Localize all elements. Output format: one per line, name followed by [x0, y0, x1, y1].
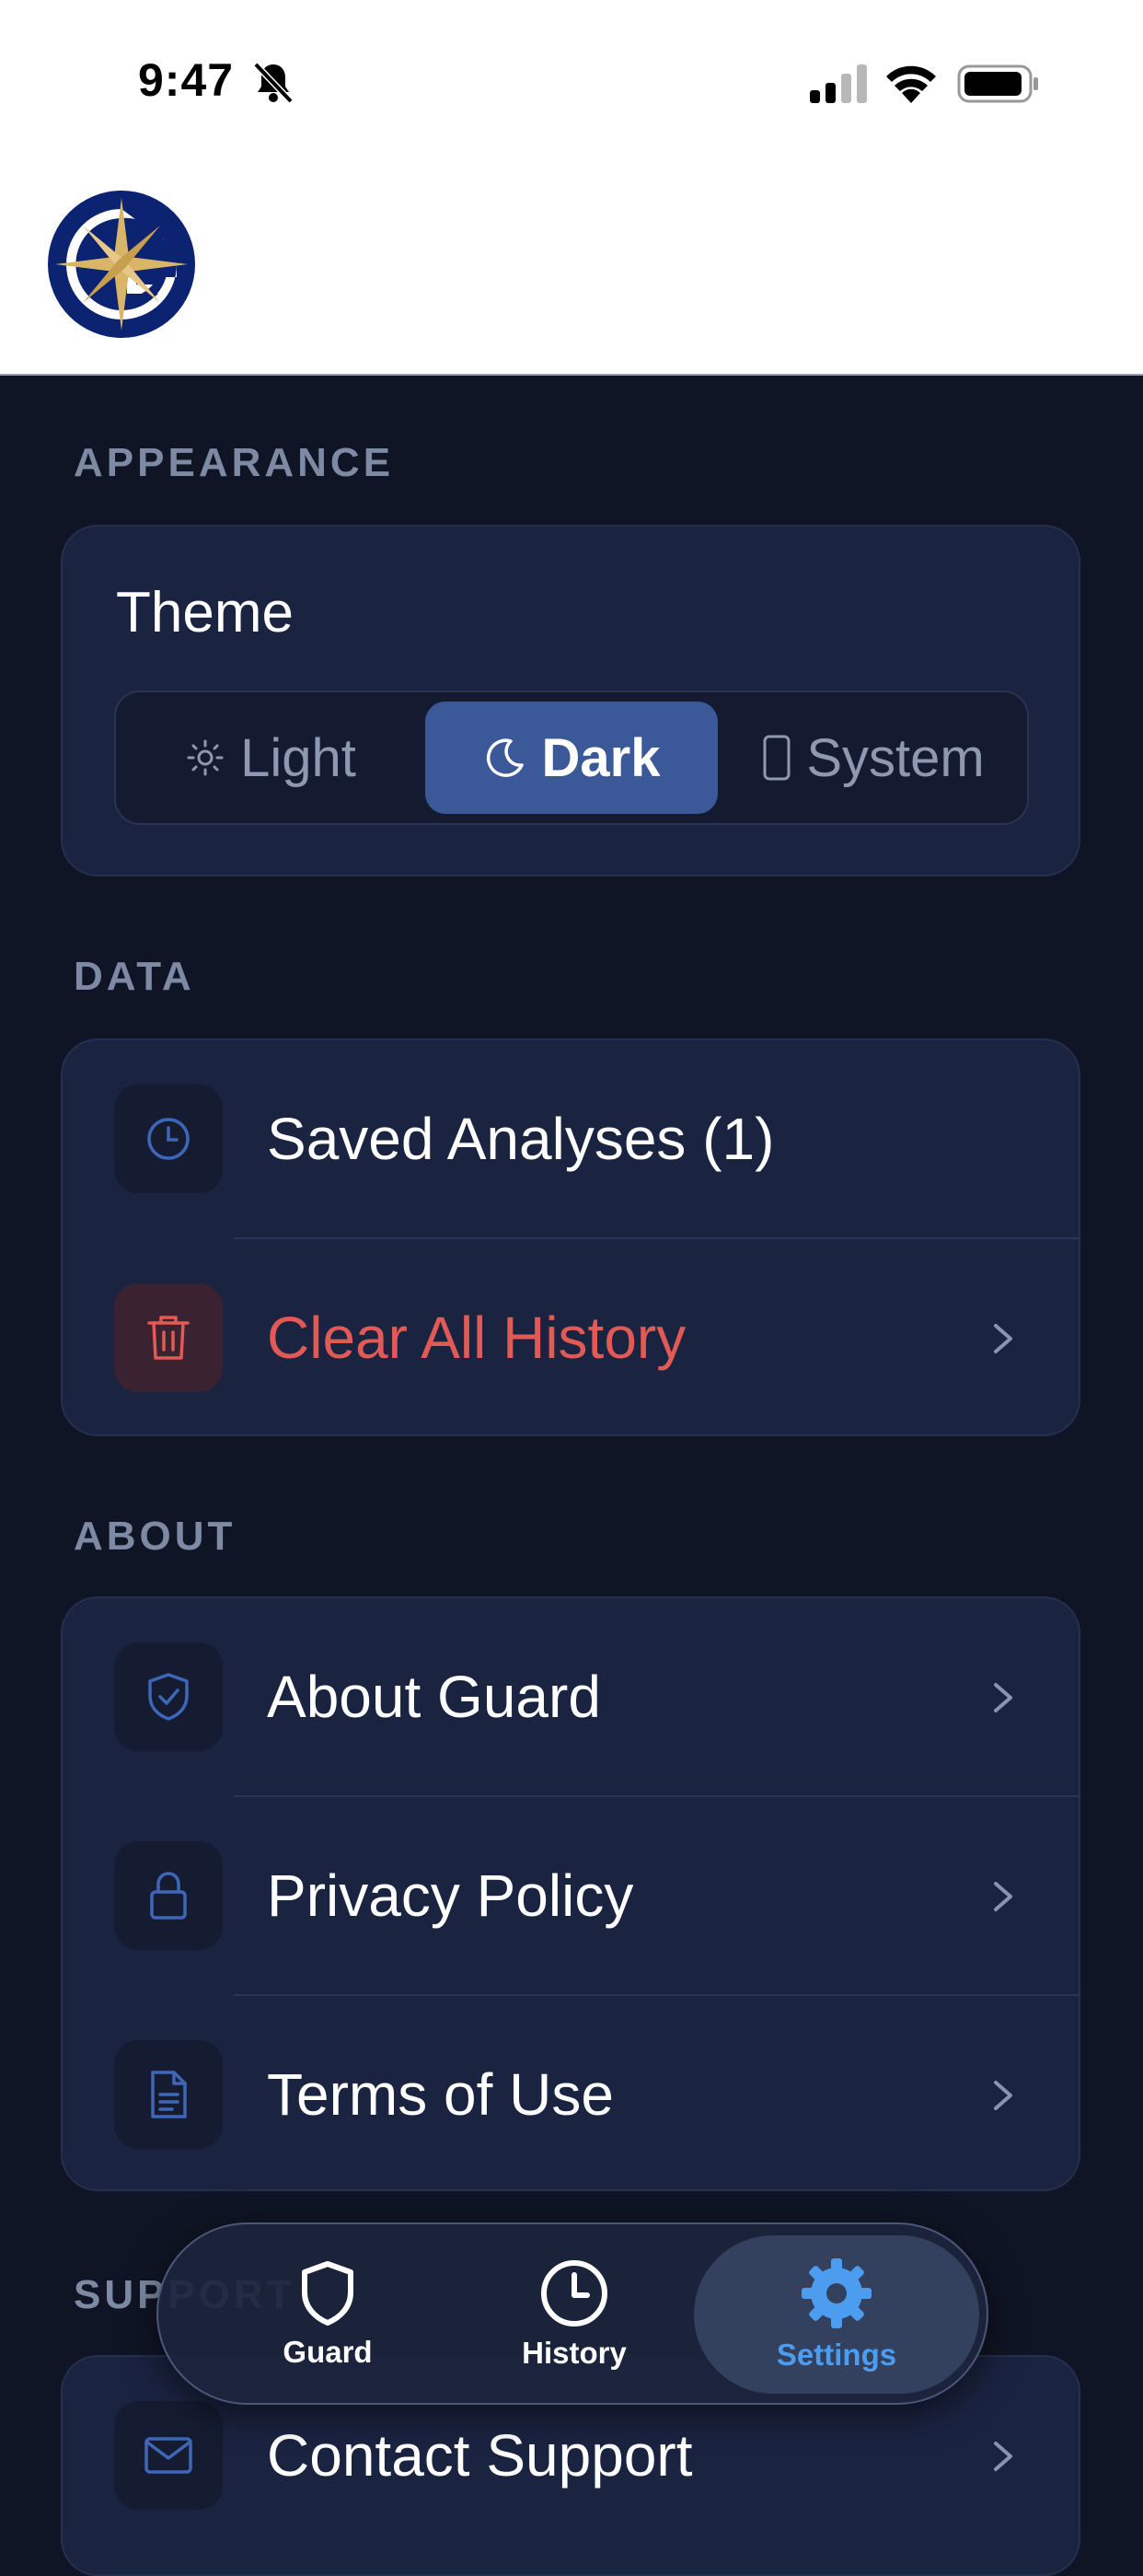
clear-history-label: Clear All History: [267, 1305, 687, 1371]
chevron-right-icon: [994, 1324, 1012, 1353]
data-card: Saved Analyses (1) Clear All History: [61, 1039, 1080, 1436]
chevron-right-icon: [994, 1683, 1012, 1712]
gear-icon: [802, 2258, 872, 2328]
theme-option-dark-label: Dark: [541, 727, 661, 788]
tab-settings[interactable]: Settings: [694, 2235, 979, 2394]
lock-icon: [150, 1872, 187, 1920]
clock-icon: [541, 2260, 607, 2327]
theme-option-dark[interactable]: Dark: [425, 702, 718, 814]
theme-option-light-label: Light: [240, 727, 356, 788]
theme-option-light[interactable]: Light: [125, 702, 416, 814]
privacy-policy-label: Privacy Policy: [267, 1862, 634, 1929]
theme-segmented-control: Light Dark System: [114, 690, 1029, 825]
tab-settings-label: Settings: [776, 2338, 897, 2372]
clock-icon: [147, 1118, 190, 1160]
status-time: 9:47: [138, 54, 235, 106]
about-guard-label: About Guard: [267, 1664, 601, 1730]
shield-check-icon: [148, 1673, 189, 1721]
shield-icon: [302, 2261, 353, 2326]
theme-option-system[interactable]: System: [727, 702, 1020, 814]
clear-history-row[interactable]: Clear All History: [63, 1239, 1082, 1436]
trash-icon: [147, 1316, 190, 1360]
section-title-appearance: APPEARANCE: [74, 440, 395, 485]
sun-icon: [187, 739, 224, 776]
tab-history-label: History: [522, 2336, 627, 2370]
saved-analyses-label: Saved Analyses (1): [267, 1106, 775, 1172]
mail-icon: [144, 2437, 192, 2474]
theme-label: Theme: [116, 581, 294, 644]
moon-icon: [486, 738, 524, 777]
chevron-right-icon: [994, 2442, 1012, 2471]
about-guard-row[interactable]: About Guard: [63, 1598, 1082, 1795]
trash-icon-box: [114, 1283, 223, 1392]
theme-option-system-label: System: [806, 727, 985, 788]
g-compass-logo: [48, 191, 195, 338]
phone-icon: [763, 735, 791, 781]
section-title-about: ABOUT: [74, 1514, 237, 1559]
about-card: About Guard Privacy Policy Terms of Use: [61, 1596, 1080, 2191]
chevron-right-icon: [994, 2081, 1012, 2110]
terms-of-use-row[interactable]: Terms of Use: [63, 1996, 1082, 2193]
tab-guard-label: Guard: [283, 2335, 373, 2369]
saved-analyses-row[interactable]: Saved Analyses (1): [63, 1040, 1082, 1237]
chevron-right-icon: [994, 1882, 1012, 1911]
tab-bar: Guard History Settings: [156, 2222, 988, 2405]
section-title-data: DATA: [74, 954, 195, 999]
lock-icon-box: [114, 1841, 223, 1950]
mail-icon-box: [114, 2401, 223, 2510]
header: 9:47: [0, 0, 1143, 376]
document-icon: [151, 2071, 187, 2118]
privacy-policy-row[interactable]: Privacy Policy: [63, 1797, 1082, 1994]
wifi-icon: [886, 65, 936, 103]
theme-card: Theme Light Dark System: [61, 525, 1080, 876]
bell-slash-icon: [253, 62, 294, 104]
terms-of-use-label: Terms of Use: [267, 2061, 614, 2128]
tab-guard[interactable]: Guard: [190, 2235, 466, 2394]
shield-check-icon-box: [114, 1642, 223, 1751]
battery-icon: [957, 64, 1038, 103]
document-icon-box: [114, 2040, 223, 2149]
tab-history[interactable]: History: [436, 2235, 712, 2394]
signal-icon: [810, 64, 867, 103]
clock-icon-box: [114, 1085, 223, 1193]
